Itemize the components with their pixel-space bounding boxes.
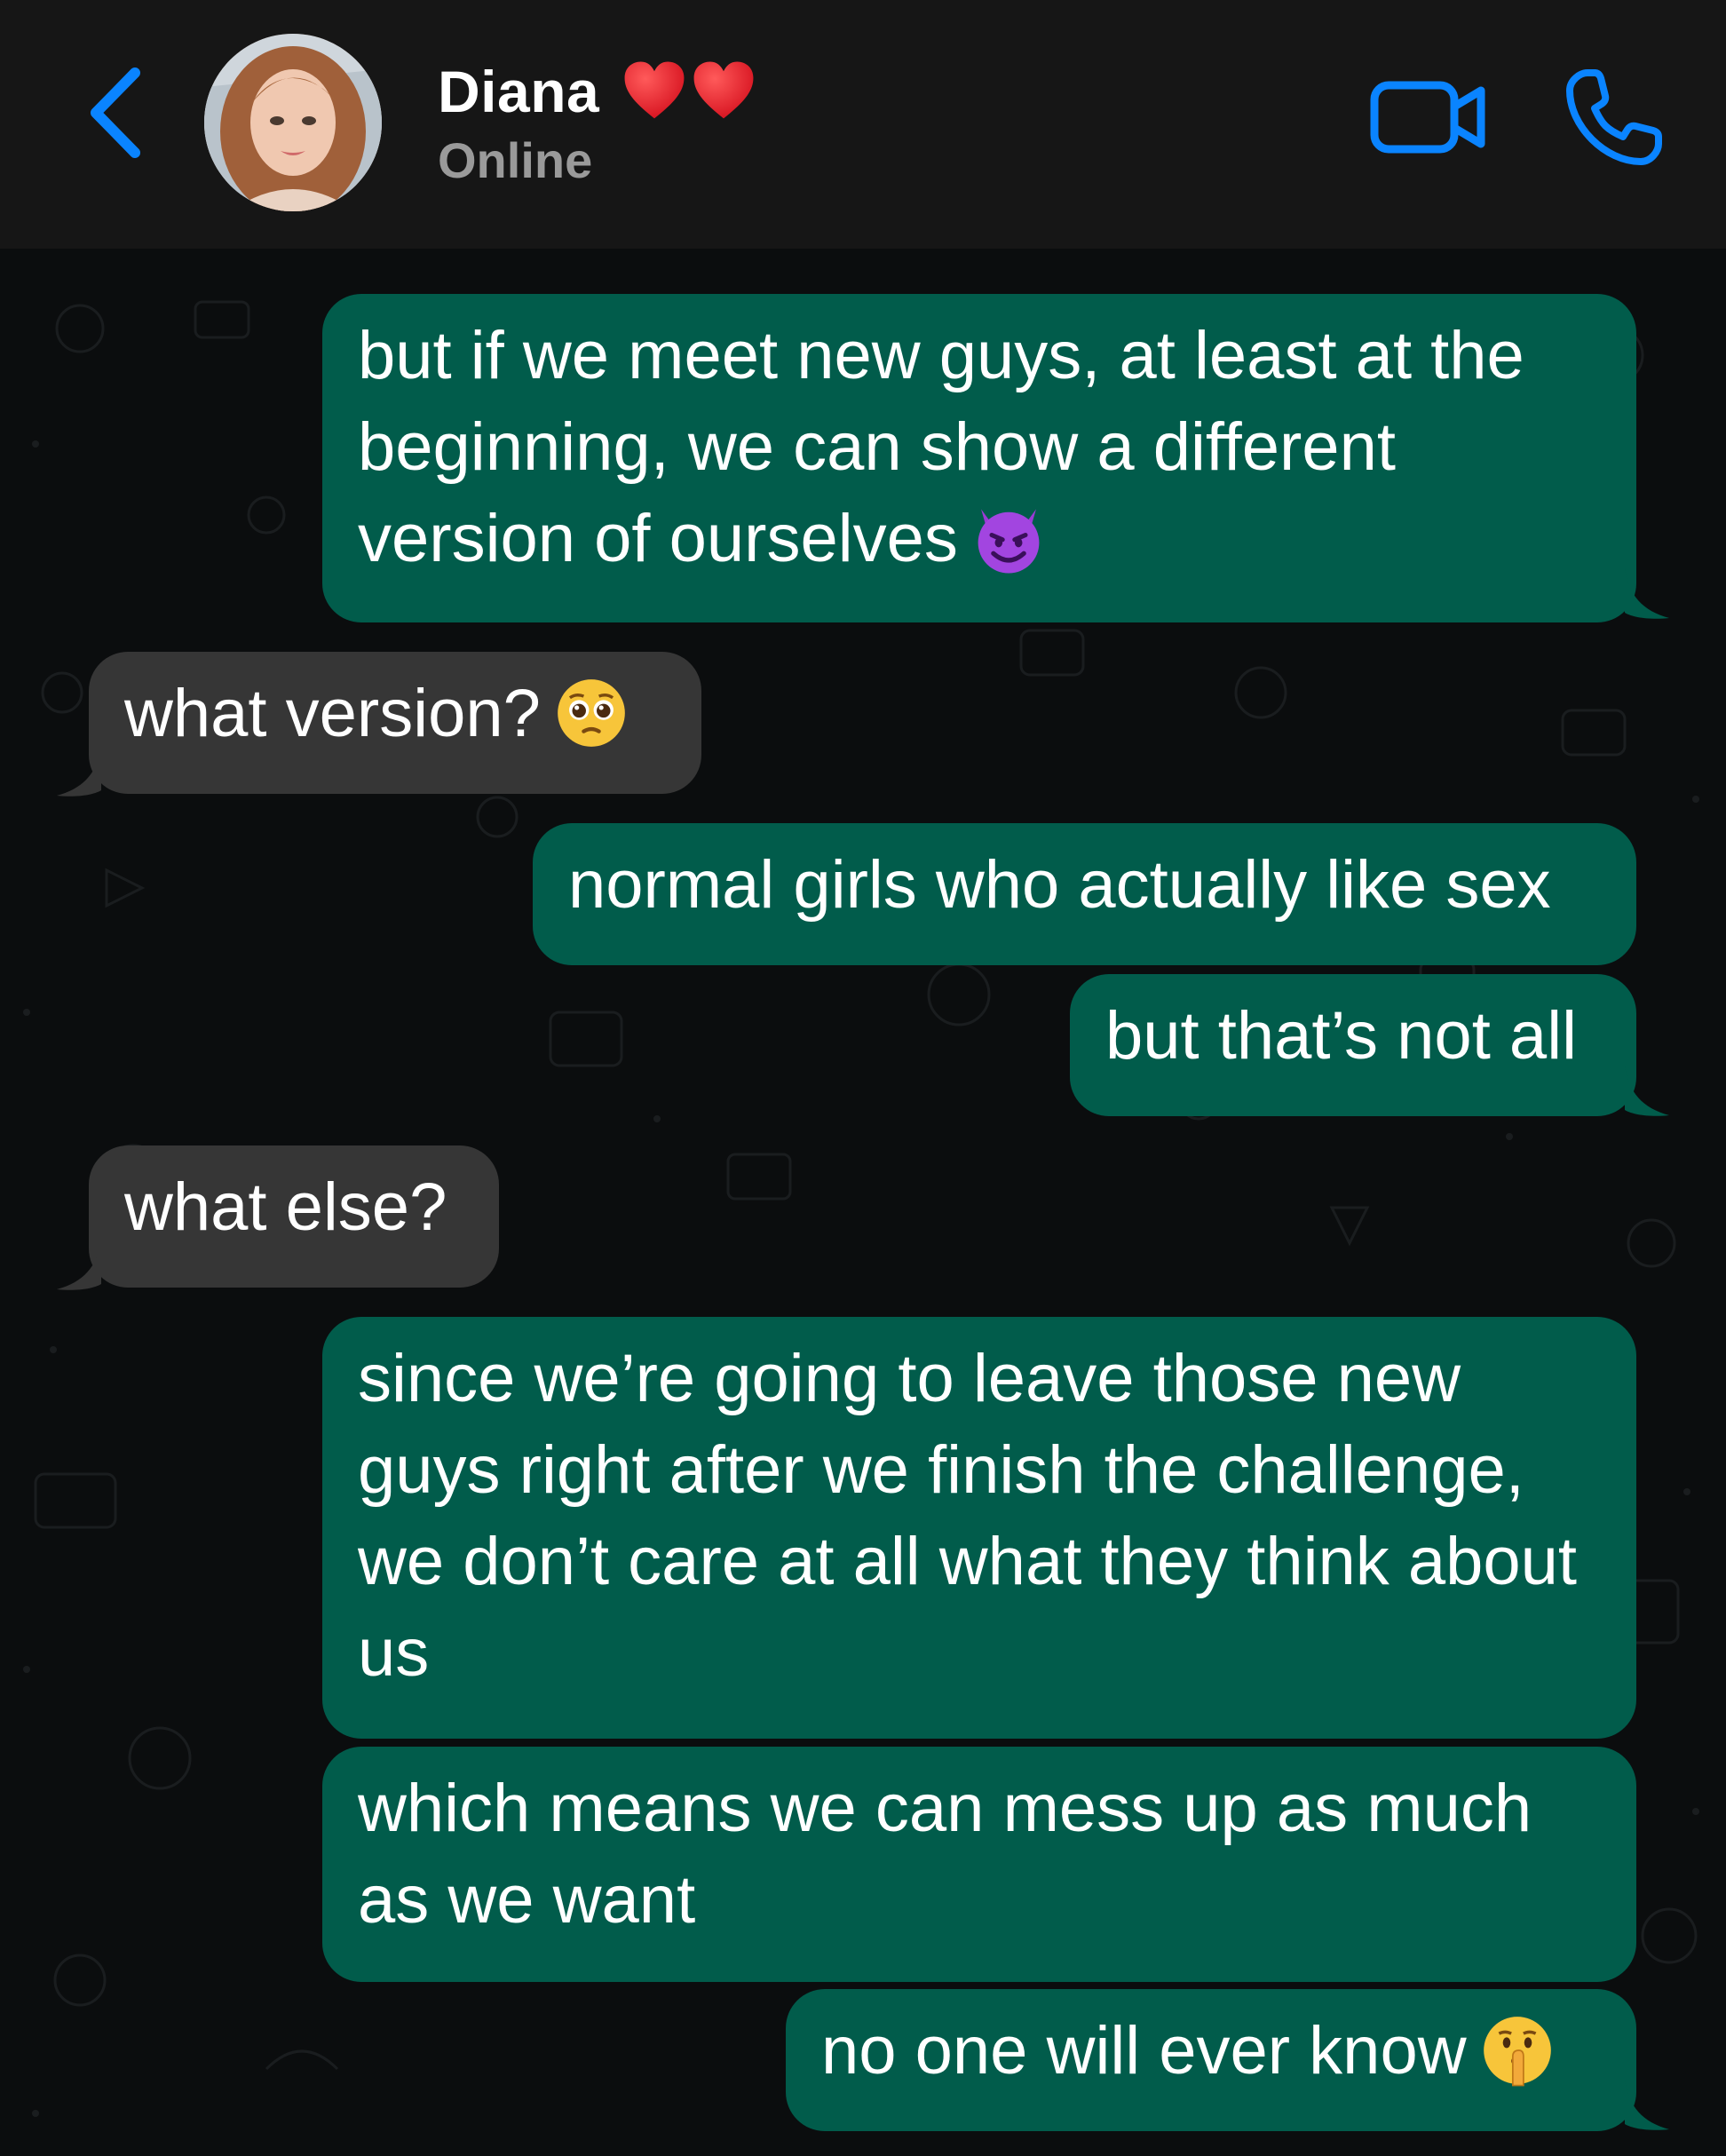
bubble-tail bbox=[1625, 1066, 1669, 1116]
message-text: but if we meet new guys, at least at the… bbox=[358, 318, 1524, 576]
bubble-tail bbox=[57, 746, 101, 797]
phone-icon[interactable] bbox=[1561, 64, 1667, 170]
message-text: but that’s not all bbox=[1105, 998, 1577, 1074]
message-text: what version? bbox=[124, 676, 541, 751]
smiling-devil-emoji-icon bbox=[978, 509, 1040, 574]
message-text: since we’re going to leave those new guy… bbox=[358, 1341, 1578, 1691]
shushing-face-emoji-icon bbox=[1483, 2017, 1551, 2087]
message-text: normal girls who actually like sex bbox=[568, 847, 1551, 923]
heart-emoji-icon bbox=[624, 61, 685, 119]
message-text: no one will ever know bbox=[821, 2013, 1467, 2089]
message-text: what else? bbox=[124, 1169, 447, 1245]
chevron-left-icon[interactable] bbox=[82, 64, 153, 162]
message-bubble-outgoing[interactable]: no one will ever know bbox=[786, 1989, 1636, 2131]
pleading-face-emoji-icon bbox=[558, 679, 625, 747]
message-bubble-incoming[interactable]: what version? bbox=[89, 652, 701, 794]
message-text: which means we can mess up as much as we… bbox=[358, 1771, 1532, 1938]
contact-name: Diana bbox=[438, 59, 600, 124]
video-camera-icon[interactable] bbox=[1367, 73, 1492, 162]
name-emoji-group bbox=[619, 58, 757, 125]
message-bubble-outgoing[interactable]: which means we can mess up as much as we… bbox=[322, 1747, 1636, 1982]
contact-name-row[interactable]: Diana bbox=[438, 52, 757, 131]
heart-emoji-icon bbox=[693, 61, 754, 119]
bubble-tail bbox=[1625, 2080, 1669, 2130]
chat-area[interactable]: but if we meet new guys, at least at the… bbox=[0, 249, 1726, 2156]
message-bubble-incoming[interactable]: what else? bbox=[89, 1145, 499, 1288]
avatar[interactable] bbox=[204, 34, 382, 211]
message-bubble-outgoing[interactable]: normal girls who actually like sex bbox=[533, 823, 1636, 965]
bubble-tail bbox=[1625, 568, 1669, 619]
message-bubble-outgoing[interactable]: since we’re going to leave those new guy… bbox=[322, 1317, 1636, 1739]
bubble-tail bbox=[57, 1240, 101, 1290]
contact-status: Online bbox=[438, 132, 593, 188]
chat-header: Diana Online bbox=[0, 0, 1726, 249]
message-bubble-outgoing[interactable]: but if we meet new guys, at least at the… bbox=[322, 294, 1636, 622]
message-bubble-outgoing[interactable]: but that’s not all bbox=[1070, 974, 1636, 1116]
